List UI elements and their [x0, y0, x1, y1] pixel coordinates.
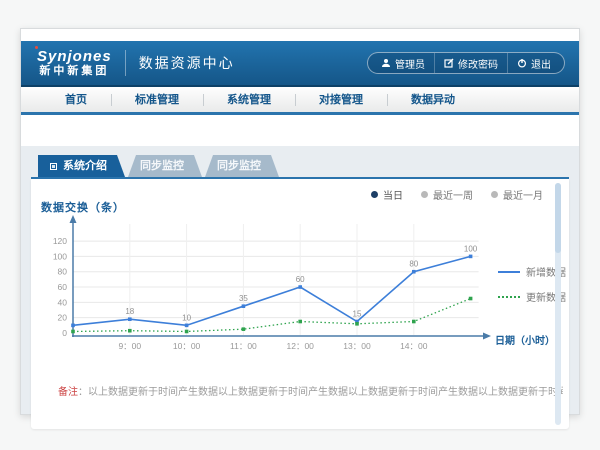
x-axis-title: 日期（小时） [495, 332, 555, 347]
logout-button[interactable]: 退出 [507, 53, 560, 73]
svg-text:20: 20 [58, 313, 68, 323]
tab-label: 系统介绍 [63, 155, 107, 177]
radio-dot-icon [371, 191, 378, 198]
scrollbar-thumb[interactable] [555, 183, 561, 253]
svg-text:12：00: 12：00 [286, 341, 314, 351]
header-divider [125, 50, 126, 76]
svg-text:13：00: 13：00 [343, 341, 371, 351]
nav-item-3[interactable]: 对接管理 [295, 86, 387, 114]
power-icon [517, 58, 527, 68]
radio-label: 当日 [383, 187, 403, 202]
admin-user-button[interactable]: 管理员 [372, 53, 434, 73]
brand-logo: Synjones 新中新集团 [37, 48, 112, 78]
legend-line-sample-icon [498, 271, 520, 273]
svg-text:60: 60 [58, 282, 68, 292]
footnote-text: ：以上数据更新于时间产生数据以上数据更新于时间产生数据以上数据更新于时间产生数据… [78, 387, 563, 398]
brand-name: Synjones [37, 48, 112, 65]
edit-icon [444, 58, 454, 68]
svg-text:11：00: 11：00 [230, 341, 257, 351]
svg-text:80: 80 [409, 260, 418, 269]
range-option-1[interactable]: 最近一周 [421, 187, 473, 202]
header-bar: Synjones 新中新集团 数据资源中心 管理员 修改密码 [21, 41, 579, 87]
svg-text:14：00: 14：00 [400, 341, 428, 351]
svg-text:100: 100 [53, 251, 67, 261]
time-range-radio-group: 当日 最近一周 最近一月 [371, 187, 543, 202]
tab-label: 同步监控 [140, 160, 184, 172]
svg-text:40: 40 [58, 297, 68, 307]
svg-text:120: 120 [53, 236, 67, 246]
svg-text:35: 35 [239, 294, 248, 303]
app-window: Synjones 新中新集团 数据资源中心 管理员 修改密码 [20, 28, 580, 415]
panel-scrollbar[interactable] [555, 183, 561, 425]
tab-bar: 系统介绍 同步监控 同步监控 [38, 155, 279, 177]
footnote-label: 备注 [58, 387, 78, 398]
radio-dot-icon [491, 191, 498, 198]
radio-label: 最近一月 [503, 187, 543, 202]
svg-text:80: 80 [58, 267, 68, 277]
svg-text:10：00: 10：00 [173, 341, 201, 351]
radio-dot-icon [421, 191, 428, 198]
tab-label: 同步监控 [217, 160, 261, 172]
nav-item-0[interactable]: 首页 [41, 86, 111, 114]
svg-text:60: 60 [296, 275, 305, 284]
footnote: 备注：以上数据更新于时间产生数据以上数据更新于时间产生数据以上数据更新于时间产生… [58, 383, 563, 398]
svg-text:10: 10 [182, 313, 191, 322]
tab-1[interactable]: 同步监控 [128, 155, 202, 177]
range-option-0[interactable]: 当日 [371, 187, 403, 202]
y-axis-title: 数据交换（条） [41, 199, 125, 215]
brand-company: 新中新集团 [37, 65, 112, 78]
nav-item-4[interactable]: 数据异动 [387, 86, 479, 114]
range-option-2[interactable]: 最近一月 [491, 187, 543, 202]
app-title: 数据资源中心 [139, 53, 235, 73]
svg-text:100: 100 [464, 244, 478, 253]
user-toolbar: 管理员 修改密码 退出 [367, 52, 565, 74]
tab-0[interactable]: 系统介绍 [38, 155, 125, 177]
svg-text:18: 18 [125, 307, 134, 316]
nav-item-2[interactable]: 系统管理 [203, 86, 295, 114]
svg-text:15: 15 [353, 310, 362, 319]
radio-label: 最近一周 [433, 187, 473, 202]
main-nav: 首页标准管理系统管理对接管理数据异动 [21, 87, 579, 115]
window-top-strip [21, 29, 579, 41]
svg-text:9：00: 9：00 [118, 341, 141, 351]
svg-text:0: 0 [62, 328, 67, 338]
chart-panel: 0 20 40 60 80 100 120 9：00 10：00 11：00 12：00 13：00 1… [31, 179, 569, 429]
legend-line-sample-icon [498, 296, 520, 298]
tab-grid-icon [50, 163, 57, 170]
change-password-button[interactable]: 修改密码 [434, 53, 507, 73]
tab-2[interactable]: 同步监控 [205, 155, 279, 177]
nav-item-1[interactable]: 标准管理 [111, 86, 203, 114]
user-icon [381, 58, 391, 68]
content-area: 系统介绍 同步监控 同步监控 0 20 40 60 80 100 120 9：00 10：00 11：… [21, 146, 579, 414]
